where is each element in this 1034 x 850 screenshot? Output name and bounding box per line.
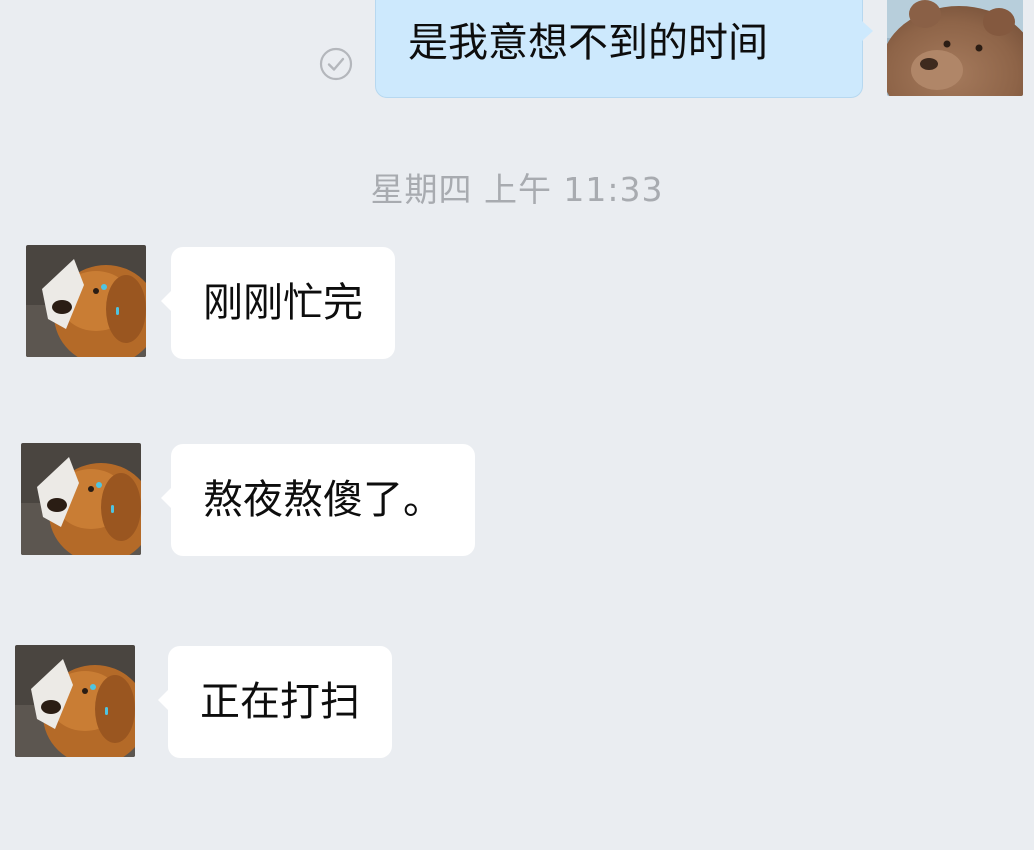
message-text: 正在打扫 bbox=[200, 679, 360, 725]
message-text: 熬夜熬傻了。 bbox=[203, 477, 443, 523]
incoming-message-bubble[interactable]: 刚刚忙完 bbox=[161, 247, 395, 359]
bubble-tail bbox=[158, 690, 168, 710]
golden-retriever-avatar[interactable] bbox=[21, 443, 141, 555]
message-text: 刚刚忙完 bbox=[203, 280, 363, 326]
incoming-message-bubble[interactable]: 熬夜熬傻了。 bbox=[161, 444, 475, 556]
message-timestamp: 星期四 上午 11:33 bbox=[370, 170, 664, 209]
brown-bear-avatar[interactable] bbox=[887, 0, 1023, 96]
chat-view: 是我意想不到的时间 星期四 上午 11:33 刚刚忙完 熬夜熬傻了。 正在打扫 bbox=[0, 0, 1034, 850]
outgoing-message-bubble[interactable]: 是我意想不到的时间 bbox=[375, 0, 873, 98]
check-circle-icon bbox=[319, 47, 353, 81]
bubble-tail bbox=[161, 488, 171, 508]
bubble-tail bbox=[862, 21, 873, 41]
golden-retriever-avatar[interactable] bbox=[15, 645, 135, 757]
message-text: 是我意想不到的时间 bbox=[408, 20, 768, 66]
bubble-tail bbox=[161, 291, 171, 311]
golden-retriever-avatar[interactable] bbox=[26, 245, 146, 357]
incoming-message-bubble[interactable]: 正在打扫 bbox=[158, 646, 392, 758]
